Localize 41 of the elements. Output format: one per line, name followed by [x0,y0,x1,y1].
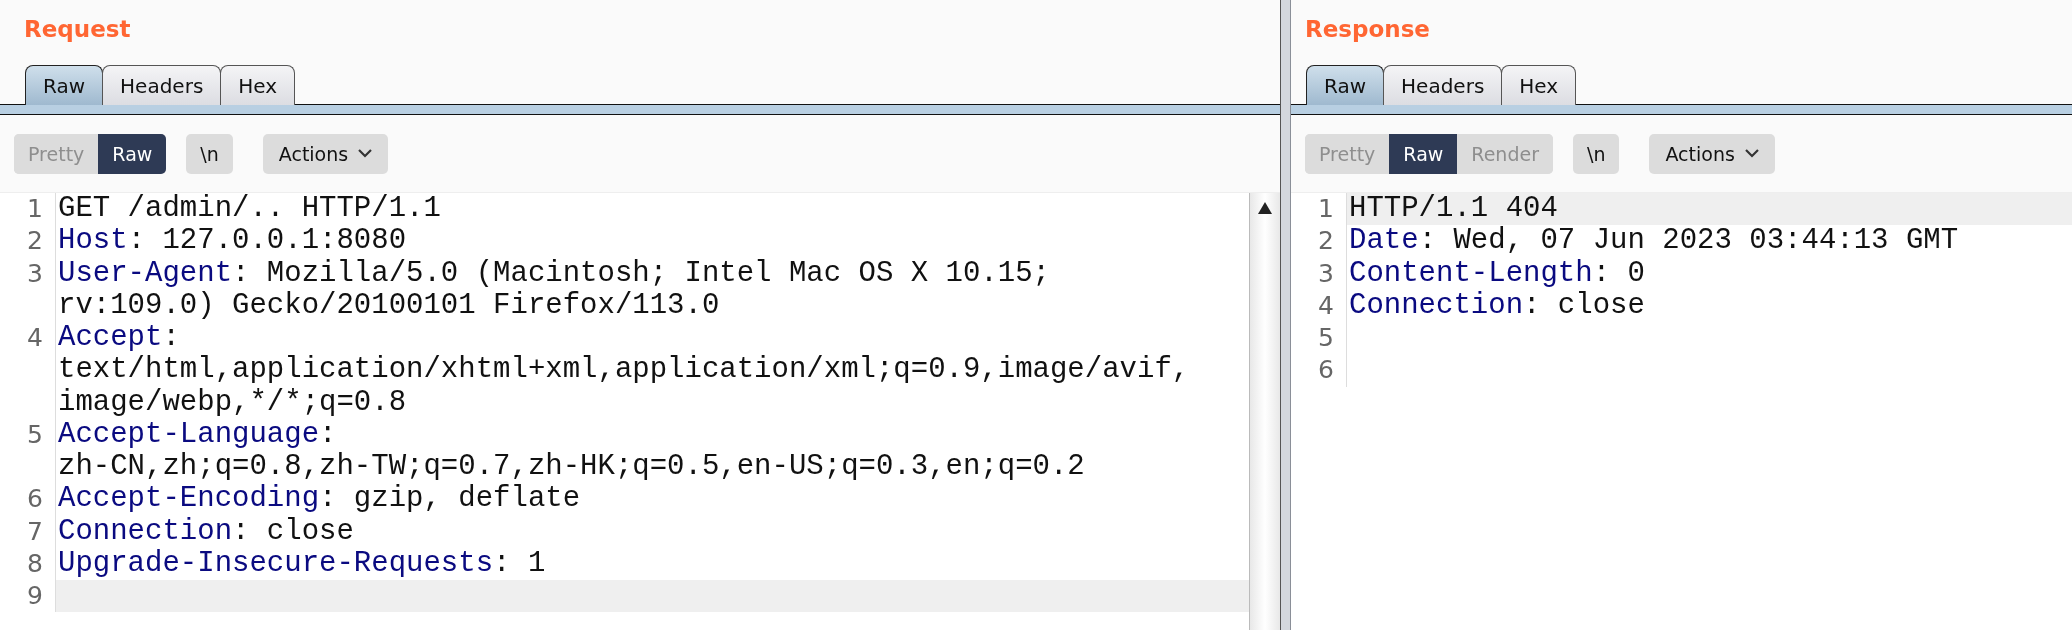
line-number: 7 [0,515,56,548]
view-toggle[interactable]: Raw [1389,133,1458,174]
code-line: Accept: text/html,application/xhtml+xml,application/xml;q=0.9,image/avif, image/webp,*/*;q=0.8 [57,322,1191,419]
line-number: 4 [1291,289,1347,322]
scrollbar[interactable] [1249,193,1280,630]
code-line: Accept-Language: zh-CN,zh;q=0.8,zh-TW;q=0.7,zh-HK;q=0.5,en-US;q=0.3,en;q=0.2 [57,418,1086,484]
line-number: 5 [0,418,56,484]
line-number: 8 [0,547,56,580]
line-number: 5 [1291,322,1347,355]
line-number: 4 [0,322,56,419]
actions-button[interactable]: Actions [1649,133,1775,174]
view-toggle[interactable]: Raw [98,133,167,174]
newline-button[interactable]: \n [1573,133,1620,174]
line-number: 3 [0,257,56,322]
newline-button[interactable]: \n [186,133,233,174]
code-line: Accept-Encoding: gzip, deflate [57,483,582,516]
tab[interactable]: Raw [1306,65,1385,105]
tab[interactable]: Hex [1501,65,1577,105]
code-line: GET /admin/.. HTTP/1.1 [57,193,442,226]
chevron-down-icon [1744,149,1759,158]
code-line: Host: 127.0.0.1:8080 [57,225,408,258]
line-number: 1 [0,193,56,226]
code-line: Connection: close [57,515,355,548]
code-line: Date: Wed, 07 Jun 2023 03:44:13 GMT [1348,225,1960,258]
line-number: 2 [1291,225,1347,258]
line-number: 6 [1291,354,1347,387]
code-line: User-Agent: Mozilla/5.0 (Macintosh; Intel Mac OS X 10.15; rv:109.0) Gecko/20100101 Firefox/113.0 [57,257,1051,322]
line-number: 2 [0,225,56,258]
chevron-down-icon [358,149,373,158]
tab[interactable]: Hex [220,65,296,105]
tab[interactable]: Headers [102,65,222,105]
line-number: 6 [0,483,56,516]
actions-button[interactable]: Actions [262,133,389,174]
code-line: Content-Length: 0 [1348,257,1646,290]
tab[interactable]: Raw [25,65,104,105]
tab[interactable]: Headers [1383,65,1503,105]
code-line: Connection: close [1348,289,1646,322]
panel-title: Request [23,15,131,44]
panel-title: Response [1304,15,1430,44]
code-line: Upgrade-Insecure-Requests: 1 [57,547,547,580]
line-number: 3 [1291,257,1347,290]
